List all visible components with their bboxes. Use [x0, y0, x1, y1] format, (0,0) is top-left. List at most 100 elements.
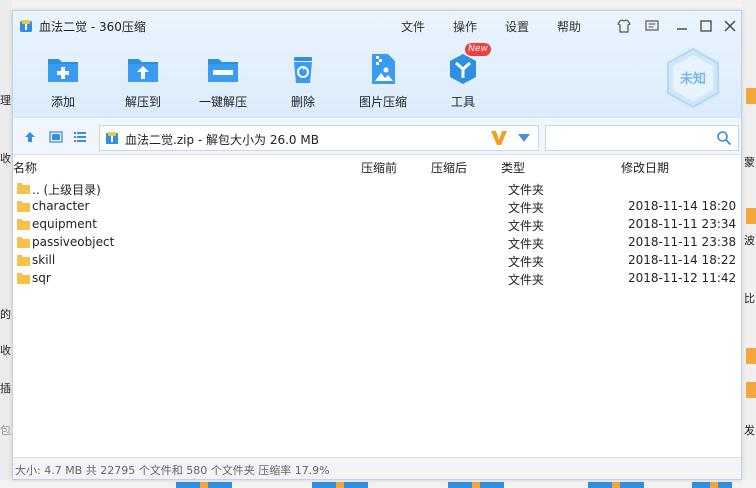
folder-icon	[17, 201, 30, 212]
list-view-icon[interactable]	[73, 130, 87, 144]
tools-icon	[450, 54, 476, 84]
background-text-fragment: 比	[744, 292, 755, 305]
file-date: 2018-11-12 11:42	[628, 271, 737, 285]
menu-help[interactable]: 帮助	[557, 18, 581, 35]
file-date: 2018-11-14 18:20	[628, 199, 737, 213]
folder-icon	[17, 273, 30, 284]
background-text-fragment: 收	[0, 344, 11, 357]
chevron-down-icon[interactable]	[518, 134, 530, 142]
menu-file[interactable]: 文件	[401, 18, 425, 35]
file-type: 文件夹	[508, 237, 545, 251]
background-blue-block	[448, 482, 504, 488]
tools-label: 工具	[450, 95, 475, 109]
one-click-extract-button[interactable]: 一键解压	[193, 51, 253, 110]
verified-v-icon[interactable]	[490, 130, 508, 146]
minimize-icon[interactable]	[673, 17, 691, 35]
background-orange-block	[746, 208, 756, 224]
folder-icon	[17, 183, 30, 194]
menu-operation[interactable]: 操作	[453, 18, 477, 35]
add-icon	[48, 59, 78, 82]
file-type: 文件夹	[508, 273, 545, 287]
archive-window: 血法二觉 - 360压缩 文件 操作 设置 帮助 添加 解压到 一键解压 删除 …	[12, 10, 742, 480]
extract-to-label: 解压到	[124, 95, 161, 109]
feedback-icon[interactable]	[643, 17, 661, 35]
background-blue-block	[312, 482, 368, 488]
background-text-fragment: 发	[744, 424, 755, 437]
list-item[interactable]: sqr 文件夹 2018-11-12 11:42	[13, 270, 741, 288]
background-orange-block	[746, 88, 756, 104]
column-compressed-size[interactable]: 压缩后	[431, 159, 467, 176]
background-text-fragment: 理	[0, 94, 11, 107]
background-blue-block	[692, 482, 732, 488]
column-type[interactable]: 类型	[501, 159, 525, 176]
list-item[interactable]: equipment 文件夹 2018-11-11 23:34	[13, 216, 741, 234]
zip-file-icon	[106, 132, 118, 144]
up-level-icon[interactable]	[23, 130, 37, 144]
list-item[interactable]: .. (上级目录) 文件夹	[13, 180, 741, 198]
extract-to-icon	[128, 59, 158, 82]
image-compress-label: 图片压缩	[358, 95, 407, 109]
address-bar[interactable]: 血法二觉.zip - 解包大小为 26.0 MB	[99, 125, 539, 151]
file-type: 文件夹	[508, 219, 545, 233]
file-date: 2018-11-11 23:38	[628, 235, 737, 249]
background-text-fragment: 收	[0, 152, 11, 165]
background-left-strip	[0, 0, 12, 488]
tools-button[interactable]: 工具	[433, 51, 493, 110]
image-compress-button[interactable]: 图片压缩	[353, 51, 413, 110]
column-modified[interactable]: 修改日期	[621, 159, 669, 176]
column-name[interactable]: 名称	[13, 159, 37, 176]
delete-label: 删除	[290, 95, 315, 109]
folder-icon	[17, 219, 30, 230]
file-type: 文件夹	[508, 183, 545, 197]
file-name: character	[32, 199, 90, 213]
status-bar: 大小: 4.7 MB 共 22795 个文件和 580 个文件夹 压缩率 17.…	[13, 457, 741, 479]
window-header: 血法二觉 - 360压缩 文件 操作 设置 帮助 添加 解压到 一键解压 删除 …	[13, 11, 741, 117]
background-text-fragment: 插	[0, 382, 11, 395]
column-original-size[interactable]: 压缩前	[361, 159, 397, 176]
background-orange-block	[746, 382, 756, 398]
delete-icon	[294, 57, 312, 83]
file-date: 2018-11-14 18:22	[628, 253, 737, 267]
folder-icon	[17, 255, 30, 266]
thumbnail-view-icon[interactable]	[49, 130, 63, 144]
navigation-bar: 血法二觉.zip - 解包大小为 26.0 MB	[13, 117, 741, 155]
file-type: 文件夹	[508, 201, 545, 215]
background-blue-block	[176, 482, 232, 488]
security-status-icon[interactable]: 未知	[665, 47, 721, 109]
background-orange-block	[746, 348, 756, 364]
file-name: equipment	[32, 217, 97, 231]
skin-icon[interactable]	[615, 17, 633, 35]
background-text-fragment: 包	[0, 424, 11, 437]
archive-path: 血法二觉.zip - 解包大小为 26.0 MB	[125, 133, 319, 147]
extract-to-button[interactable]: 解压到	[113, 51, 173, 110]
close-icon[interactable]	[721, 17, 739, 35]
list-item[interactable]: skill 文件夹 2018-11-14 18:22	[13, 252, 741, 270]
background-text-fragment: 的	[0, 308, 11, 321]
search-input[interactable]	[550, 129, 710, 147]
search-box	[545, 125, 739, 151]
security-status-text: 未知	[679, 71, 706, 87]
file-name: .. (上级目录)	[32, 183, 101, 197]
delete-button[interactable]: 删除	[273, 51, 333, 110]
list-item[interactable]: character 文件夹 2018-11-14 18:20	[13, 198, 741, 216]
list-item[interactable]: passiveobject 文件夹 2018-11-11 23:38	[13, 234, 741, 252]
one-click-extract-label: 一键解压	[198, 95, 247, 109]
search-icon[interactable]	[716, 130, 732, 146]
add-button[interactable]: 添加	[33, 51, 93, 110]
status-text: 大小: 4.7 MB 共 22795 个文件和 580 个文件夹 压缩率 17.…	[15, 464, 330, 477]
new-badge: New	[465, 43, 491, 56]
folder-icon	[17, 237, 30, 248]
file-type: 文件夹	[508, 255, 545, 269]
background-blue-block	[588, 482, 644, 488]
file-date: 2018-11-11 23:34	[628, 217, 737, 231]
file-name: passiveobject	[32, 235, 115, 249]
file-name: skill	[32, 253, 56, 267]
file-name: sqr	[32, 271, 51, 285]
maximize-icon[interactable]	[697, 17, 715, 35]
image-compress-icon	[372, 54, 395, 84]
app-logo-icon	[20, 20, 32, 32]
menu-settings[interactable]: 设置	[505, 18, 529, 35]
one-click-extract-icon	[208, 59, 238, 82]
column-header: 名称 压缩前 压缩后 类型 修改日期	[13, 156, 741, 176]
background-text-fragment: 波	[744, 234, 755, 247]
